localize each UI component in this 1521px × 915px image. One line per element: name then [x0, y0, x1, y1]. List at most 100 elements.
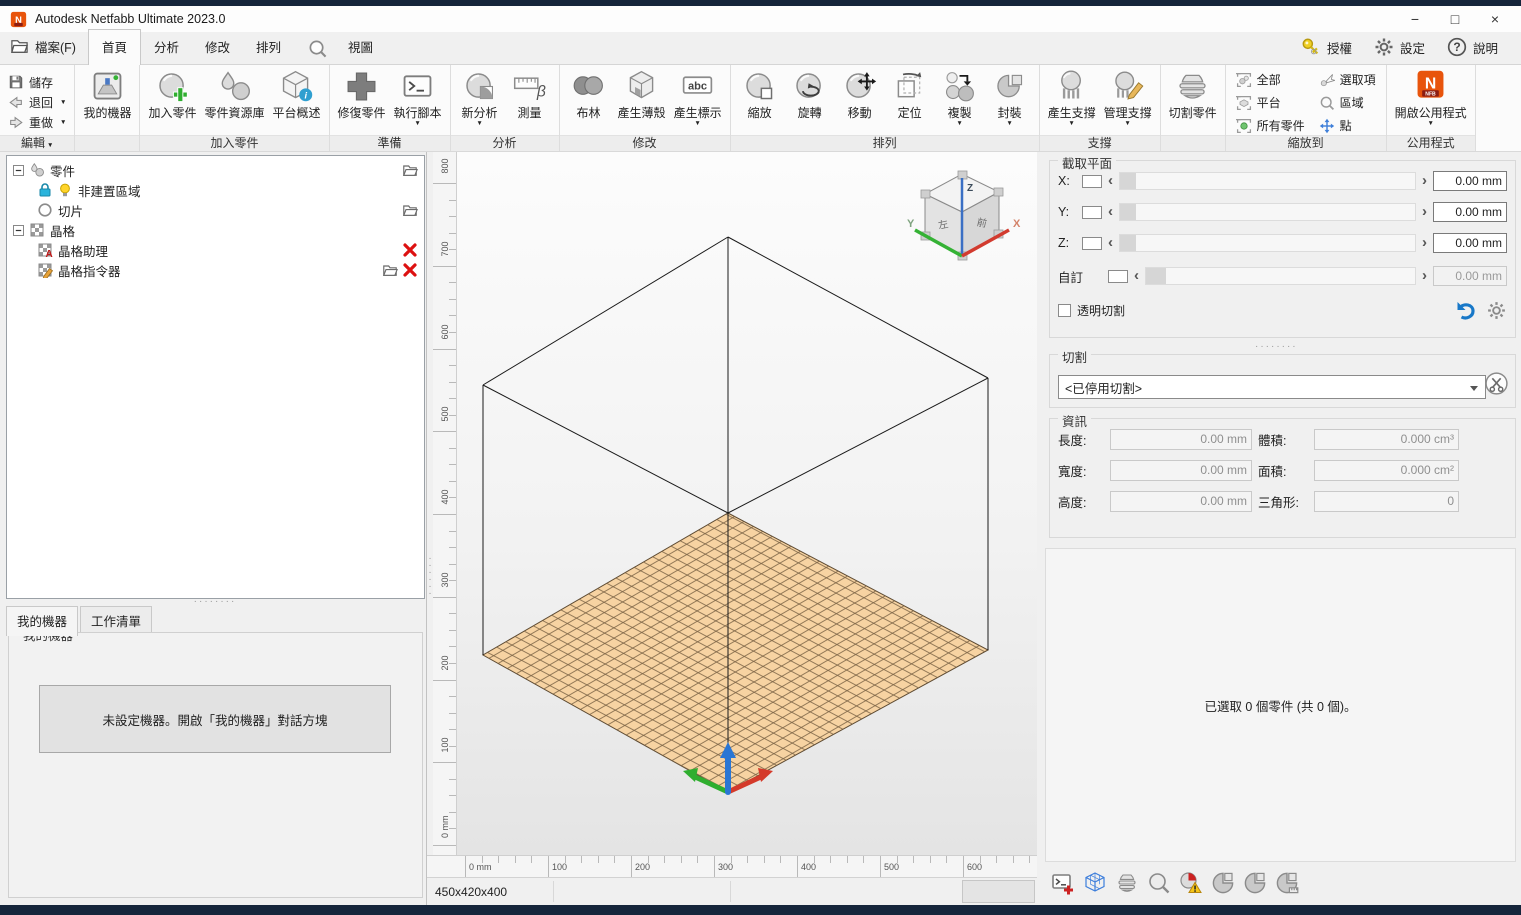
新分析-button[interactable]: 新分析▼	[456, 67, 504, 135]
ribbon-group-label[interactable]: 編輯▼	[0, 135, 74, 151]
產生標示-button[interactable]: abc產生標示▼	[671, 67, 725, 135]
布林-button[interactable]: 布林	[565, 67, 613, 135]
close-button[interactable]: ×	[1475, 6, 1515, 32]
analysis-warning-button[interactable]	[1177, 869, 1204, 896]
maximize-button[interactable]: □	[1435, 6, 1475, 32]
tab-視圖[interactable]: 視圖	[335, 30, 386, 64]
tab-我的機器[interactable]: 我的機器	[6, 606, 78, 636]
zoom-to-全部-button[interactable]: 全部	[1236, 71, 1305, 88]
執行腳本-button[interactable]: 執行腳本▼	[391, 67, 445, 135]
切割零件-button[interactable]: 切割零件	[1166, 67, 1220, 135]
clip-custom-enable-checkbox[interactable]	[1108, 270, 1128, 283]
複製-button[interactable]: 複製▼	[936, 67, 984, 135]
clip-y-enable-checkbox[interactable]	[1082, 206, 1102, 219]
search-icon[interactable]	[294, 39, 335, 64]
slices-button[interactable]	[1113, 869, 1140, 896]
clip-custom-decrease-arrow[interactable]: ‹	[1134, 269, 1139, 283]
delete-icon[interactable]	[402, 242, 418, 258]
lattice-cube-button[interactable]	[1081, 869, 1108, 896]
zoom-to-所有零件-button[interactable]: 所有零件	[1236, 117, 1305, 134]
定位-button[interactable]: 定位	[886, 67, 934, 135]
說明-button[interactable]: ?說明	[1438, 35, 1507, 59]
旋轉-button[interactable]: 旋轉	[786, 67, 834, 135]
pack-c-button[interactable]	[1273, 869, 1300, 896]
pack-b-button[interactable]	[1241, 869, 1268, 896]
clip-x-slider-thumb[interactable]	[1120, 173, 1136, 189]
zoom-to-區域-button[interactable]: 區域	[1319, 94, 1376, 111]
產生薄殼-button[interactable]: 產生薄殼	[615, 67, 669, 135]
移動-button[interactable]: 移動	[836, 67, 884, 135]
clip-custom-slider-thumb[interactable]	[1146, 268, 1166, 284]
clip-z-value-input[interactable]	[1433, 233, 1507, 253]
clip-z-increase-arrow[interactable]: ›	[1422, 236, 1427, 250]
search-sphere-button[interactable]	[1145, 869, 1172, 896]
重做-button[interactable]: 重做▼	[8, 114, 66, 131]
gear-small-icon[interactable]	[1486, 300, 1507, 321]
縮放-button[interactable]: 縮放	[736, 67, 784, 135]
tab-首頁[interactable]: 首頁	[88, 29, 141, 65]
tree-item-晶格助理[interactable]: A晶格助理	[7, 240, 424, 260]
tab-修改[interactable]: 修改	[192, 30, 243, 64]
開啟公用程式-button[interactable]: NNFB開啟公用程式▼	[1392, 67, 1470, 135]
machine-not-set-message[interactable]: 未設定機器。開啟「我的機器」對話方塊	[39, 685, 391, 753]
管理支撐-button[interactable]: 管理支撐▼	[1101, 67, 1155, 135]
clip-x-enable-checkbox[interactable]	[1082, 175, 1102, 188]
tree-item-晶格指令器[interactable]: 晶格指令器	[7, 260, 424, 280]
clip-custom-value-input[interactable]	[1433, 266, 1507, 286]
delete-icon[interactable]	[402, 262, 418, 278]
clip-x-slider[interactable]	[1119, 172, 1416, 190]
clip-x-decrease-arrow[interactable]: ‹	[1108, 174, 1113, 188]
tree-splitter-handle[interactable]: ········	[150, 598, 280, 606]
navigation-cube[interactable]: Z Y X 左 前	[905, 164, 1023, 284]
修復零件-button[interactable]: 修復零件	[335, 67, 389, 135]
clip-z-decrease-arrow[interactable]: ‹	[1108, 236, 1113, 250]
clip-x-value-input[interactable]	[1433, 171, 1507, 191]
零件資源庫-button[interactable]: 零件資源庫	[201, 67, 267, 135]
cut-mode-dropdown[interactable]: <已停用切割>	[1058, 375, 1486, 399]
clip-y-value-input[interactable]	[1433, 202, 1507, 222]
pack-a-button[interactable]	[1209, 869, 1236, 896]
expander-minus-icon[interactable]	[13, 225, 24, 236]
open-folder-icon[interactable]	[402, 202, 418, 218]
tree-item-晶格[interactable]: 晶格	[7, 220, 424, 240]
產生支撐-button[interactable]: 產生支撐▼	[1045, 67, 1099, 135]
tree-item-非建置區域[interactable]: 非建置區域	[7, 180, 424, 200]
zoom-to-選取項-button[interactable]: 選取項	[1319, 71, 1376, 88]
undo-blue-icon[interactable]	[1454, 299, 1476, 321]
clip-y-slider[interactable]	[1119, 203, 1416, 221]
授權-button[interactable]: 授權	[1292, 35, 1361, 59]
clip-x-increase-arrow[interactable]: ›	[1422, 174, 1427, 188]
file-menu-button[interactable]: 檔案(F)	[0, 37, 88, 64]
scissors-icon[interactable]	[1484, 371, 1509, 396]
clip-y-decrease-arrow[interactable]: ‹	[1108, 205, 1113, 219]
clip-y-slider-thumb[interactable]	[1120, 204, 1136, 220]
退回-button[interactable]: 退回▼	[8, 94, 66, 111]
clip-z-enable-checkbox[interactable]	[1082, 237, 1102, 250]
測量-button[interactable]: β測量	[506, 67, 554, 135]
我的機器-button[interactable]: 我的機器	[80, 67, 134, 135]
tree-item-零件[interactable]: 零件	[7, 160, 424, 180]
transparent-cut-checkbox[interactable]	[1058, 304, 1071, 317]
expander-minus-icon[interactable]	[13, 165, 24, 176]
clip-z-slider-thumb[interactable]	[1120, 235, 1136, 251]
clip-custom-increase-arrow[interactable]: ›	[1422, 269, 1427, 283]
right-splitter-handle[interactable]: ········	[1255, 341, 1298, 352]
3d-viewport[interactable]: Z Y X 左 前	[457, 152, 1037, 855]
加入零件-button[interactable]: 加入零件	[145, 67, 199, 135]
clip-y-increase-arrow[interactable]: ›	[1422, 205, 1427, 219]
tree-item-切片[interactable]: 切片	[7, 200, 424, 220]
封裝-button[interactable]: 封裝▼	[986, 67, 1034, 135]
平台概述-button[interactable]: i平台概述	[270, 67, 324, 135]
設定-button[interactable]: 設定	[1365, 35, 1434, 59]
tab-分析[interactable]: 分析	[141, 30, 192, 64]
minimize-button[interactable]: −	[1395, 6, 1435, 32]
open-folder-icon[interactable]	[382, 262, 398, 278]
zoom-to-平台-button[interactable]: 平台	[1236, 94, 1305, 111]
open-folder-icon[interactable]	[402, 162, 418, 178]
儲存-button[interactable]: 儲存	[8, 74, 53, 91]
clip-custom-slider[interactable]	[1145, 267, 1416, 285]
script-add-button[interactable]	[1049, 869, 1076, 896]
clip-z-slider[interactable]	[1119, 234, 1416, 252]
tab-排列[interactable]: 排列	[243, 30, 294, 64]
zoom-to-點-button[interactable]: 點	[1319, 117, 1376, 134]
